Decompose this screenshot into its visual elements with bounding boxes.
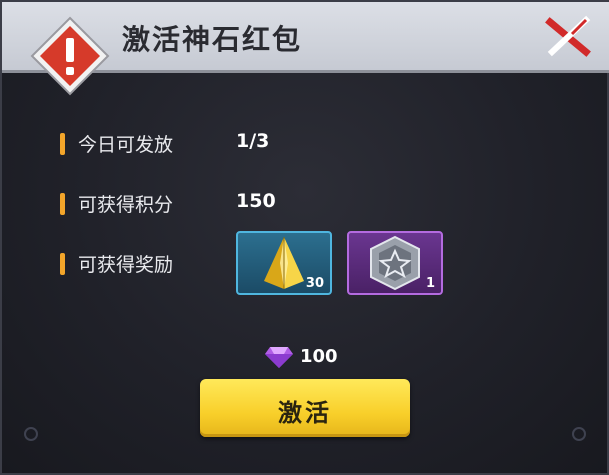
close-icon[interactable] <box>542 14 594 58</box>
row-label: 可获得积分 <box>78 194 174 216</box>
row-label: 可获得奖励 <box>78 254 174 276</box>
dialog-title: 激活神石红包 <box>122 23 303 56</box>
activation-dialog: 激活神石红包 今日可发放 1/3 可获得积分 150 可获得奖励 30 1 10… <box>0 0 609 475</box>
warning-icon <box>30 16 110 96</box>
row-marker <box>60 193 65 215</box>
activate-button-label: 激活 <box>278 399 332 427</box>
corner-decoration <box>24 427 38 441</box>
activate-button[interactable]: 激活 <box>200 379 410 437</box>
reward-count: 1 <box>425 276 435 291</box>
row-label: 今日可发放 <box>78 134 174 156</box>
reward-item-badge[interactable]: 1 <box>347 231 443 295</box>
corner-decoration <box>572 427 586 441</box>
reward-item-pyramid[interactable]: 30 <box>236 231 332 295</box>
row-value: 1/3 <box>236 130 270 152</box>
purple-diamond-icon <box>265 347 293 368</box>
row-marker <box>60 253 65 275</box>
reward-count: 30 <box>305 276 324 291</box>
row-marker <box>60 133 65 155</box>
row-value: 150 <box>236 190 276 212</box>
cost-amount: 100 <box>300 346 338 367</box>
